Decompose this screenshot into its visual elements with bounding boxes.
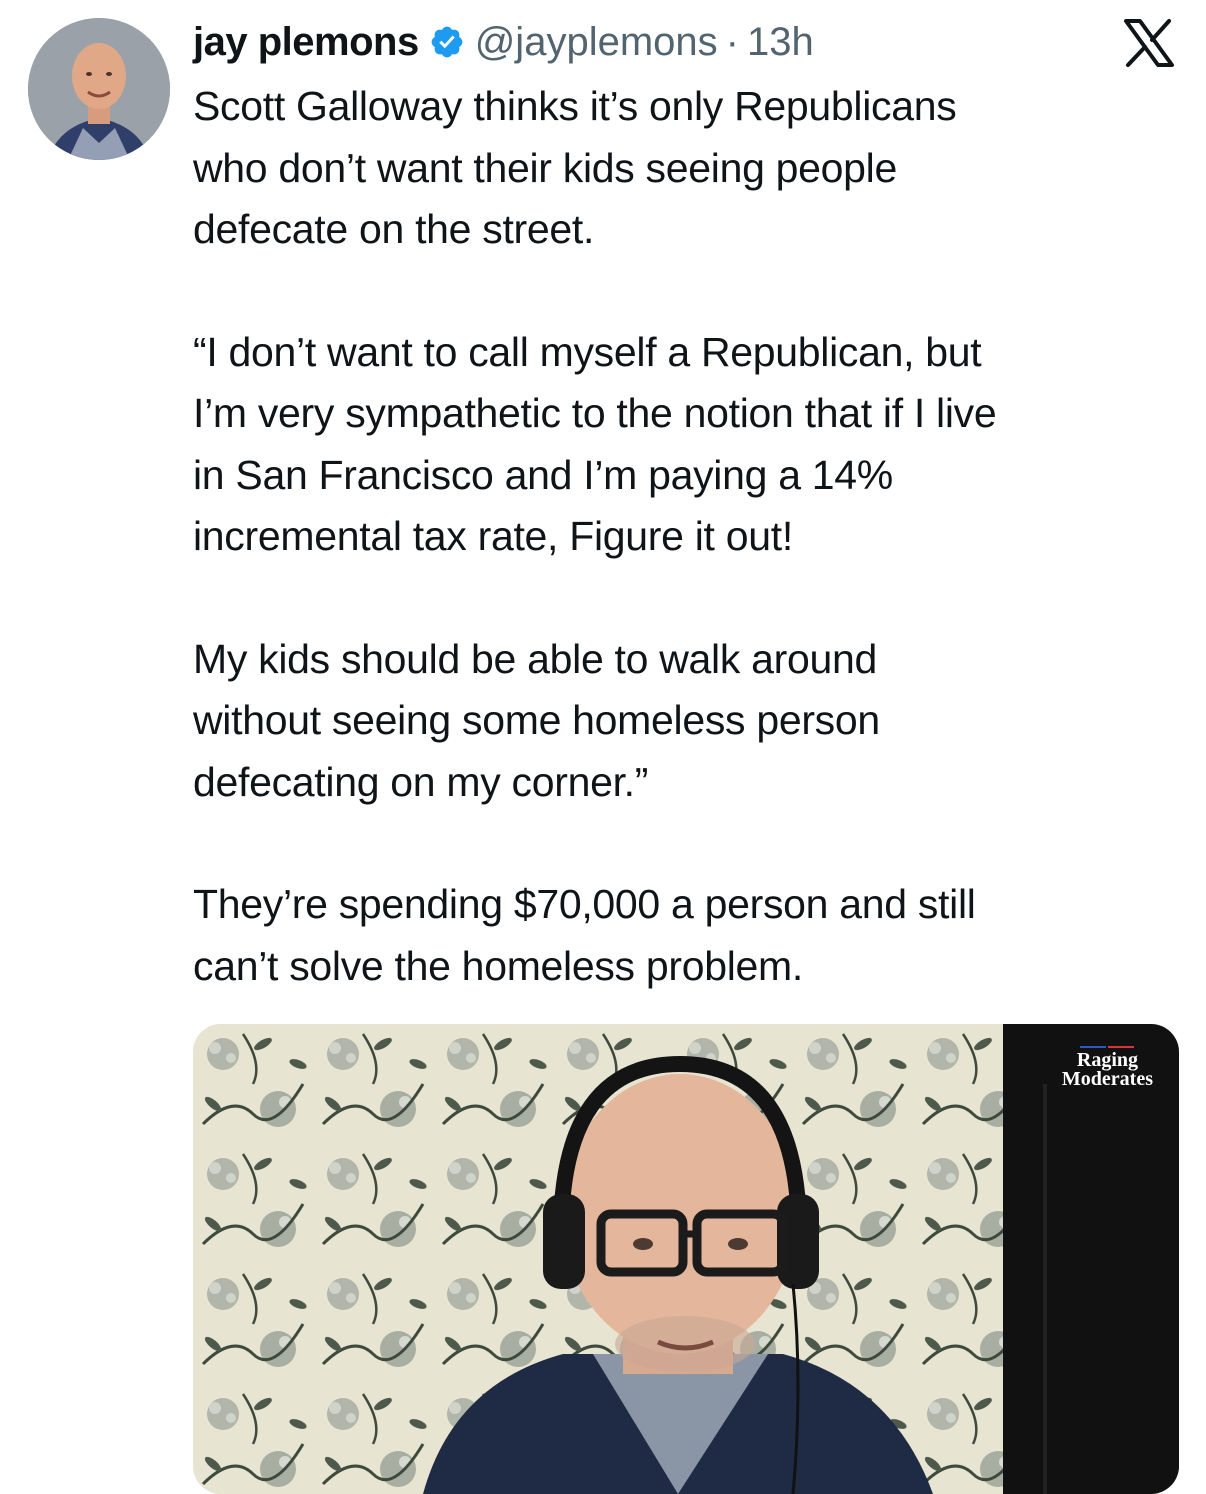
author-name[interactable]: jay plemons (193, 20, 419, 65)
tweet-paragraph: Scott Galloway thinks it’s only Republic… (193, 83, 957, 252)
verified-badge-icon (429, 24, 465, 60)
author-avatar[interactable] (28, 18, 170, 160)
tweet-timestamp[interactable]: 13h (747, 20, 814, 65)
x-logo-icon (1122, 18, 1176, 68)
tweet-header: jay plemons @jayplemons · 13h (193, 14, 814, 70)
watermark-line2: Moderates (1061, 1068, 1153, 1090)
tweet-paragraph: They’re spending $70,000 a person and st… (193, 881, 976, 989)
media-watermark: Raging Moderates (1062, 1046, 1153, 1089)
tweet-text: Scott Galloway thinks it’s only Republic… (193, 76, 1183, 997)
watermark-bars (1062, 1046, 1153, 1048)
tweet-paragraph: “I don’t want to call myself a Republica… (193, 328, 997, 560)
author-handle[interactable]: @jayplemons (475, 20, 718, 65)
tweet-media-video[interactable]: Raging Moderates (193, 1024, 1179, 1494)
tweet-paragraph: My kids should be able to walk around wi… (193, 635, 880, 805)
header-separator: · (725, 19, 739, 64)
